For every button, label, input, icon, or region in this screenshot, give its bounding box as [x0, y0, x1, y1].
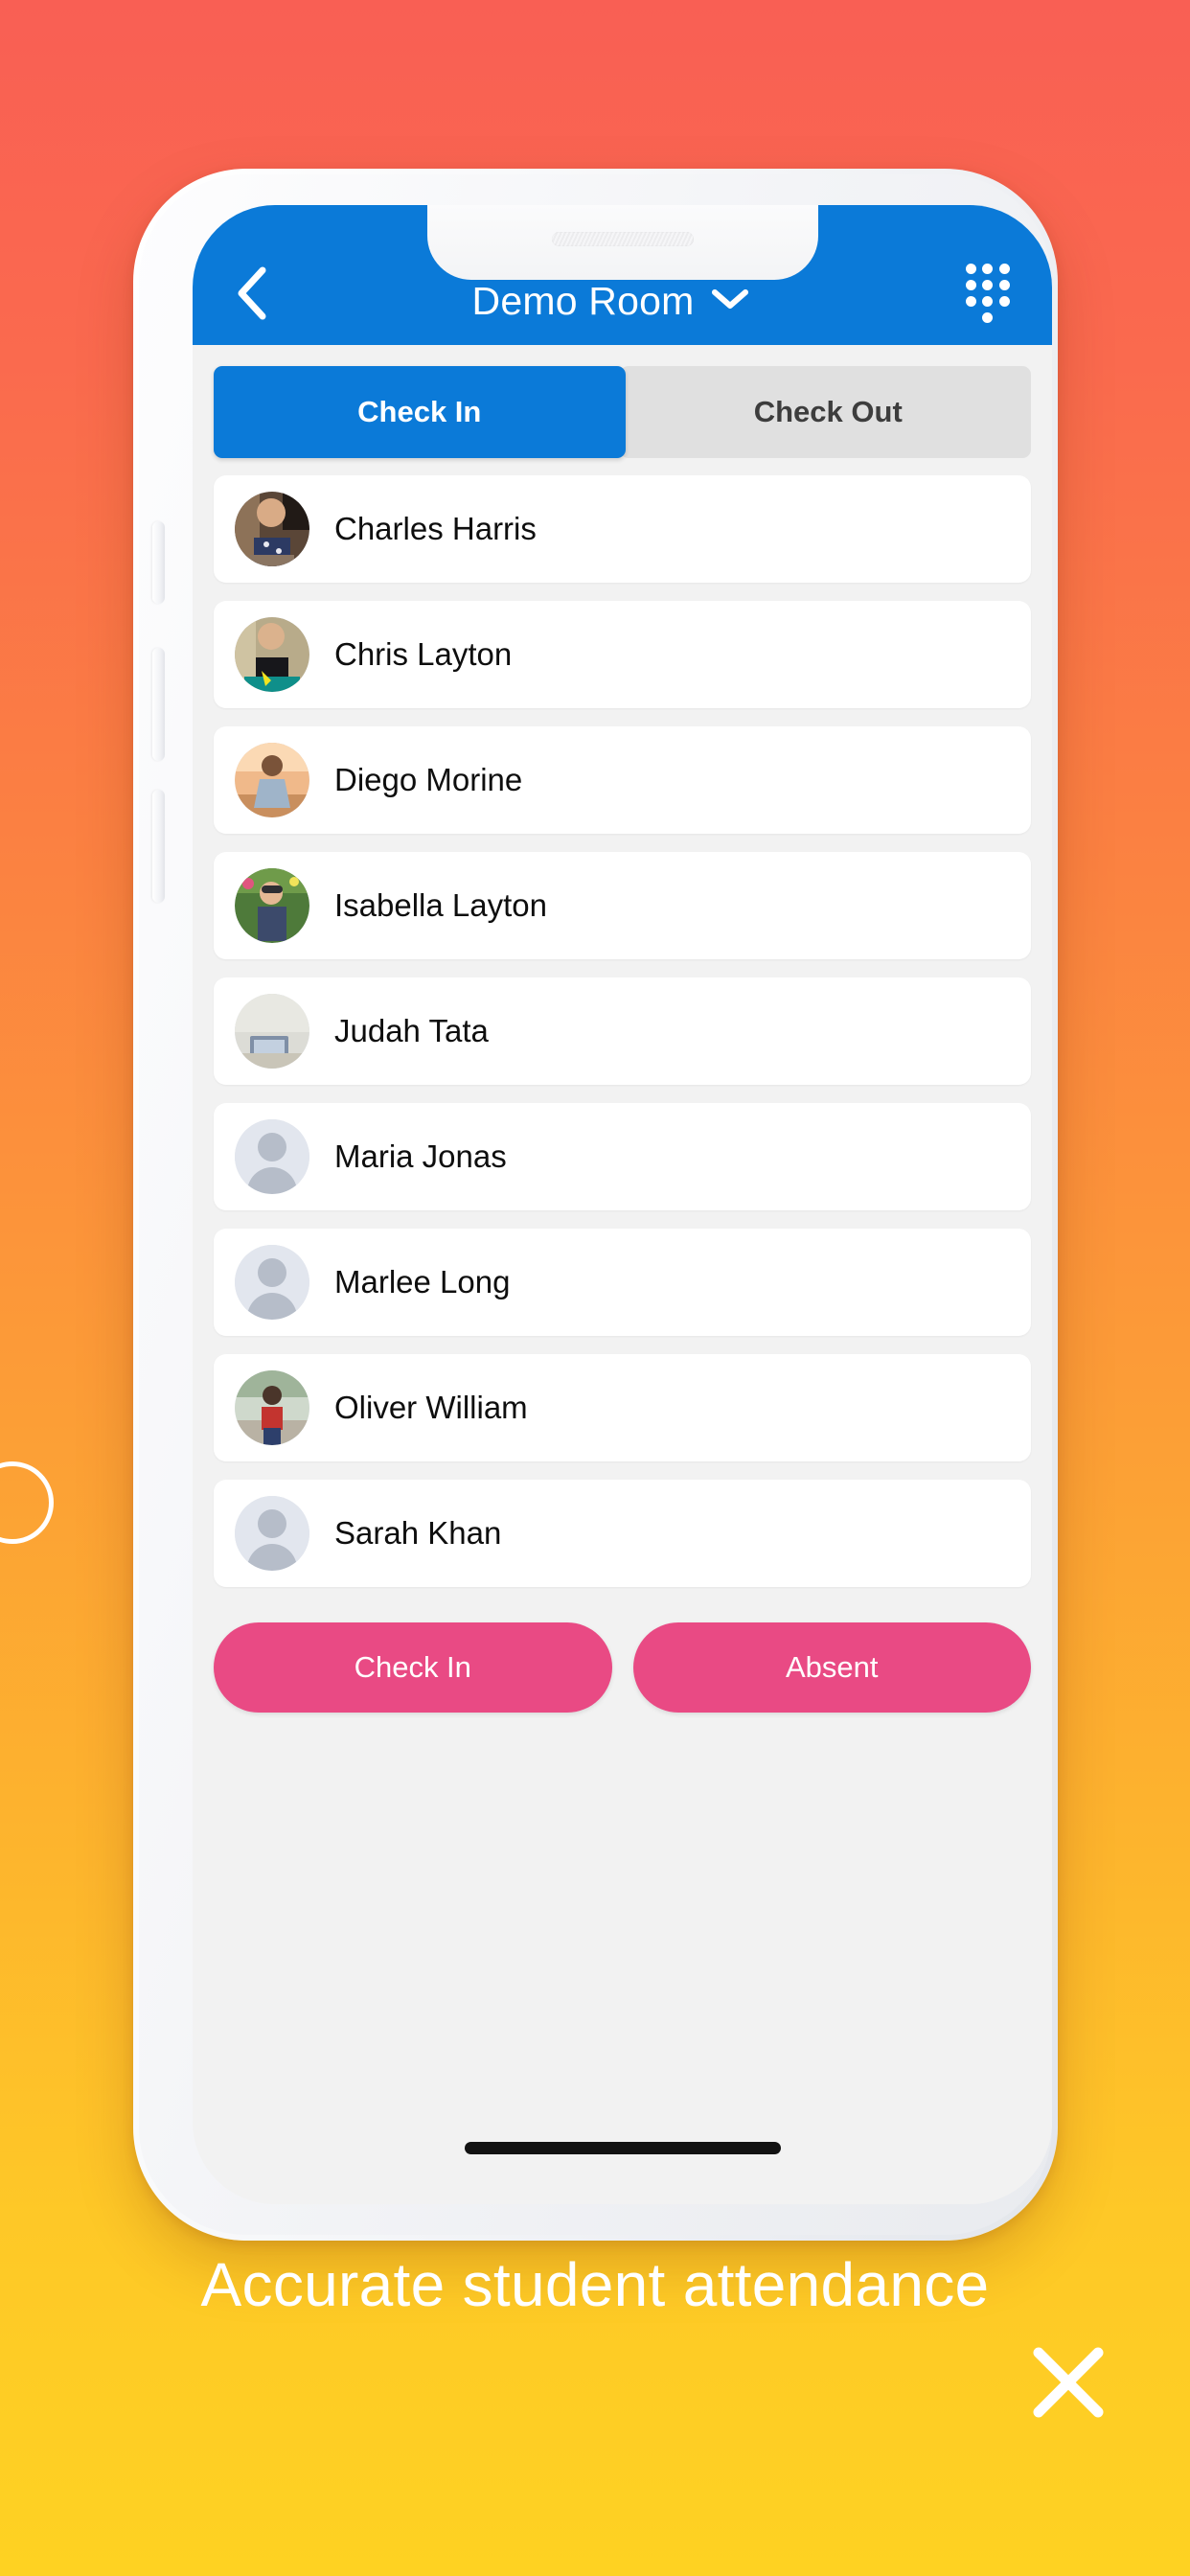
student-name: Maria Jonas: [334, 1138, 507, 1174]
list-item[interactable]: Marlee Long: [214, 1229, 1031, 1336]
list-item[interactable]: Isabella Layton: [214, 852, 1031, 959]
avatar: [235, 1370, 309, 1445]
absent-button[interactable]: Absent: [632, 1622, 1031, 1713]
student-name: Chris Layton: [334, 636, 513, 672]
student-name: Judah Tata: [334, 1013, 489, 1048]
avatar: [235, 743, 309, 817]
student-name: Marlee Long: [334, 1264, 511, 1300]
avatar-placeholder: [235, 1245, 309, 1320]
keypad-grid-icon: [966, 264, 1010, 323]
list-item[interactable]: Judah Tata: [214, 978, 1031, 1085]
avatar: [235, 617, 309, 692]
student-list: Charles Harris Chris Layton Diego Morine…: [193, 475, 1052, 1587]
volume-up-button[interactable]: [152, 648, 165, 761]
list-item[interactable]: Charles Harris: [214, 475, 1031, 583]
student-name: Oliver William: [334, 1390, 528, 1425]
list-item[interactable]: Diego Morine: [214, 726, 1031, 834]
earpiece-speaker-icon: [551, 232, 694, 246]
list-item[interactable]: Chris Layton: [214, 601, 1031, 708]
phone-notch: [426, 205, 818, 280]
close-ad-button[interactable]: [1016, 2331, 1121, 2436]
student-name: Sarah Khan: [334, 1515, 502, 1551]
phone-body: Demo Room Check In Check Out Charles Har…: [133, 169, 1058, 2241]
list-item[interactable]: Maria Jonas: [214, 1103, 1031, 1210]
avatar: [235, 994, 309, 1069]
home-indicator-bar[interactable]: [464, 2141, 781, 2154]
home-indicator-zone: [193, 2091, 1052, 2204]
avatar-placeholder: [235, 1119, 309, 1194]
keypad-button[interactable]: [949, 263, 1010, 324]
mute-switch[interactable]: [152, 521, 165, 604]
circle-outline-decoration: [0, 1461, 54, 1544]
chevron-down-icon: [711, 288, 749, 315]
ad-caption: Accurate student attendance: [200, 2250, 990, 2319]
avatar-placeholder: [235, 1496, 309, 1571]
avatar: [235, 868, 309, 943]
phone-mockup: Demo Room Check In Check Out Charles Har…: [106, 169, 1085, 2241]
checkin-checkout-tabs: Check In Check Out: [193, 345, 1052, 475]
check-in-button[interactable]: Check In: [214, 1622, 612, 1713]
list-item[interactable]: Sarah Khan: [214, 1480, 1031, 1587]
phone-screen: Demo Room Check In Check Out Charles Har…: [193, 205, 1052, 2204]
page-title: Demo Room: [471, 279, 695, 323]
back-chevron-icon: [235, 266, 267, 320]
list-item[interactable]: Oliver William: [214, 1354, 1031, 1461]
tab-check-in[interactable]: Check In: [214, 366, 626, 458]
student-name: Charles Harris: [334, 511, 537, 546]
volume-down-button[interactable]: [152, 790, 165, 903]
close-x-icon: [1027, 2341, 1110, 2426]
avatar: [235, 492, 309, 566]
tab-check-out[interactable]: Check Out: [619, 366, 1031, 458]
student-name: Isabella Layton: [334, 887, 547, 923]
room-selector[interactable]: Demo Room: [273, 279, 949, 324]
student-name: Diego Morine: [334, 762, 523, 797]
action-button-bar: Check In Absent: [193, 1605, 1052, 1713]
